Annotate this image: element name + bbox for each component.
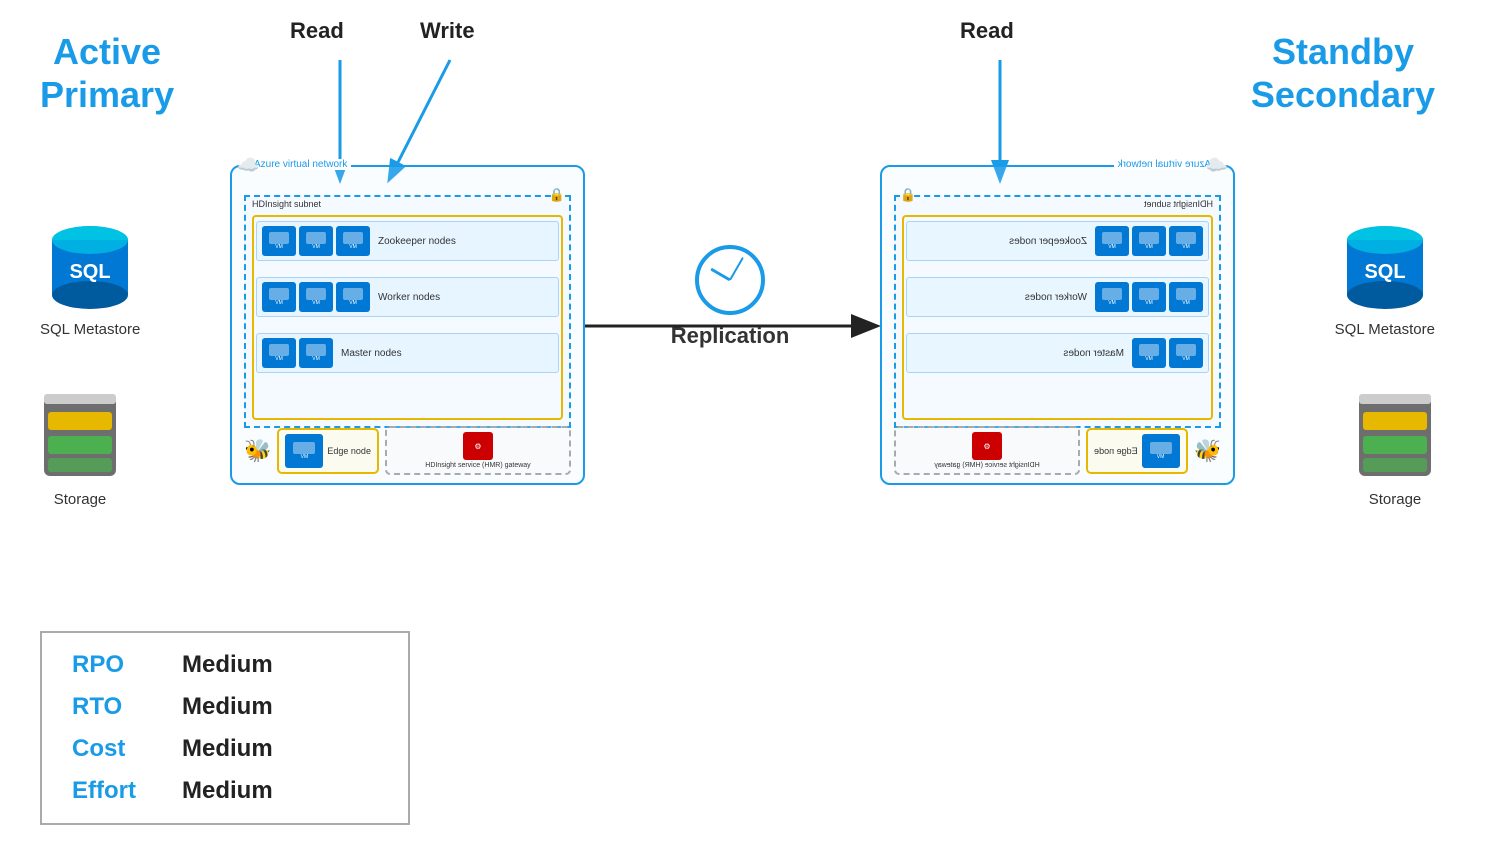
- hdinsight-subnet-label-left: HDInsight subnet: [252, 199, 321, 209]
- worker-row: VM VM VM Worker nodes: [256, 277, 559, 317]
- metric-key-rpo: RPO: [72, 651, 152, 679]
- active-primary-label: Active Primary: [40, 30, 174, 116]
- metric-key-effort: Effort: [72, 777, 152, 805]
- read-label-left: Read: [290, 18, 344, 44]
- clock-icon: [695, 245, 765, 315]
- metric-row-rto: RTO Medium: [72, 693, 378, 721]
- standby-secondary-label: Standby Secondary: [1251, 30, 1435, 116]
- metrics-table: RPO Medium RTO Medium Cost Medium Effort…: [40, 631, 410, 825]
- metric-key-cost: Cost: [72, 735, 152, 763]
- replication-label: Replication: [595, 323, 865, 349]
- metric-value-effort: Medium: [182, 777, 273, 805]
- storage-left: Storage: [40, 390, 120, 508]
- master-row: VM VM Master nodes: [256, 333, 559, 373]
- metric-row-rpo: RPO Medium: [72, 651, 378, 679]
- cluster-right: Azure virtual network ☁️ HDInsight subne…: [880, 165, 1235, 485]
- metric-value-cost: Medium: [182, 735, 273, 763]
- sql-metastore-left: SQL SQL Metastore: [40, 220, 140, 338]
- metric-value-rpo: Medium: [182, 651, 273, 679]
- storage-right: Storage: [1355, 390, 1435, 508]
- zookeeper-row: VM VM VM Zookeeper nodes: [256, 221, 559, 261]
- metric-value-rto: Medium: [182, 693, 273, 721]
- sql-metastore-right: SQL SQL Metastore: [1335, 220, 1435, 338]
- azure-vnet-label-left: Azure virtual network: [250, 159, 351, 170]
- read-label-right: Read: [960, 18, 1014, 44]
- svg-text:SQL: SQL: [1364, 261, 1405, 283]
- write-label: Write: [420, 18, 475, 44]
- cluster-left: Azure virtual network ☁️ HDInsight subne…: [230, 165, 585, 485]
- metric-row-effort: Effort Medium: [72, 777, 378, 805]
- metric-row-cost: Cost Medium: [72, 735, 378, 763]
- metric-key-rto: RTO: [72, 693, 152, 721]
- svg-text:SQL: SQL: [70, 261, 111, 283]
- replication-area: Replication: [595, 245, 865, 349]
- main-container: Active Primary Standby Secondary Read Wr…: [0, 0, 1485, 855]
